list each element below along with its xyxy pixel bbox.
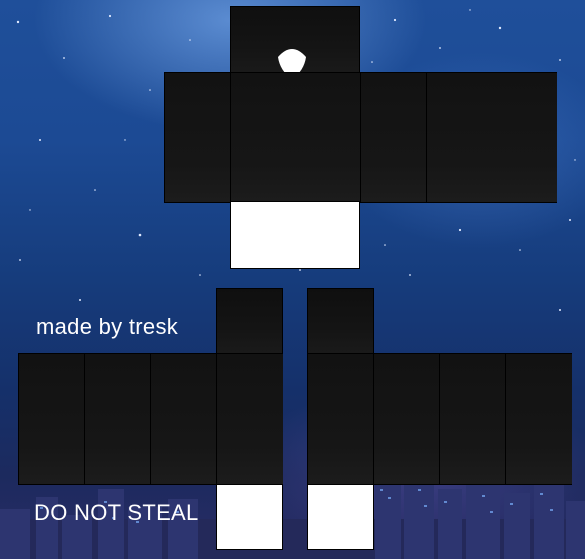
torso-top-face: [230, 6, 360, 79]
torso-bottom-face: [230, 201, 360, 269]
left-arm-face-4: [506, 354, 572, 484]
right-arm-top-face: [216, 288, 283, 354]
torso-back-face: [427, 73, 557, 202]
shirt-template-canvas: made by tresk DO NOT STEAL: [0, 0, 585, 559]
torso-main-strip: [164, 72, 557, 203]
torso-left-face: [361, 73, 427, 202]
left-arm-face-3: [440, 354, 506, 484]
left-arm-face-1: [308, 354, 374, 484]
torso-front-face: [231, 73, 361, 202]
left-arm-main-strip: [307, 353, 572, 485]
torso-right-face: [165, 73, 231, 202]
right-arm-main-strip: [18, 353, 283, 485]
right-arm-bottom-face: [216, 484, 283, 550]
right-arm-face-4: [217, 354, 283, 484]
credit-label: made by tresk: [36, 314, 179, 339]
right-arm-face-1: [19, 354, 85, 484]
left-arm-bottom-face: [307, 484, 374, 550]
right-arm-face-2: [85, 354, 151, 484]
left-arm-top-face: [307, 288, 374, 354]
left-arm-face-2: [374, 354, 440, 484]
warning-label: DO NOT STEAL: [34, 500, 199, 525]
right-arm-face-3: [151, 354, 217, 484]
